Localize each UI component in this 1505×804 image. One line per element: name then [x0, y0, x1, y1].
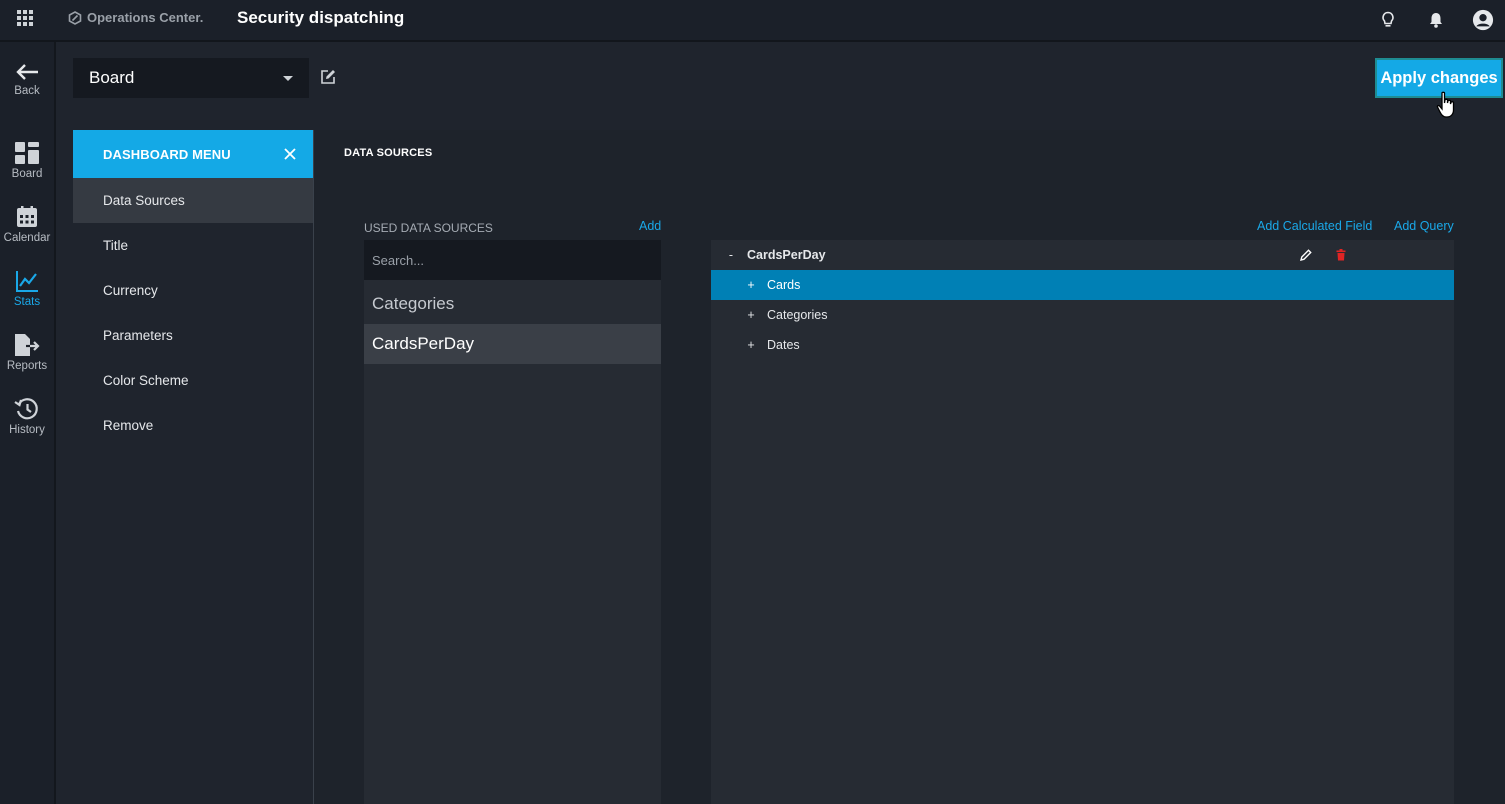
menu-item-title[interactable]: Title: [73, 223, 313, 268]
expand-toggle[interactable]: +: [745, 270, 757, 300]
hand-cursor-icon: [1436, 91, 1455, 118]
reports-icon: [15, 334, 40, 356]
nav-calendar[interactable]: Calendar: [0, 205, 54, 244]
dashboard-menu-header: DASHBOARD MENU: [73, 130, 313, 178]
data-source-item-cardsperday[interactable]: CardsPerDay: [364, 324, 661, 364]
brand-name: Operations Center.: [87, 10, 204, 25]
tree-row-dates[interactable]: + Dates: [711, 330, 1454, 360]
tree-root-label: CardsPerDay: [747, 248, 826, 262]
nav-reports[interactable]: Reports: [0, 333, 54, 372]
used-data-sources-label: USED DATA SOURCES: [364, 221, 493, 235]
brand[interactable]: Operations Center.: [68, 10, 203, 25]
board-icon: [15, 142, 39, 164]
menu-item-currency[interactable]: Currency: [73, 268, 313, 313]
dashboard-menu-title: DASHBOARD MENU: [103, 146, 231, 162]
app-title: Security dispatching: [237, 8, 405, 27]
nav-stats[interactable]: Stats: [0, 269, 54, 308]
collapse-toggle[interactable]: -: [725, 240, 737, 270]
tree-root-row[interactable]: - CardsPerDay: [711, 240, 1454, 270]
nav-label: History: [9, 424, 45, 436]
expand-toggle[interactable]: +: [745, 300, 757, 330]
expand-toggle[interactable]: +: [745, 330, 757, 360]
menu-item-parameters[interactable]: Parameters: [73, 313, 313, 358]
chevron-down-icon: [283, 75, 293, 81]
tree-row-label: Cards: [767, 278, 801, 292]
nav-label: Calendar: [3, 232, 51, 244]
pencil-icon[interactable]: [1299, 248, 1313, 262]
tree-row-cards[interactable]: + Cards: [711, 270, 1454, 300]
search-input[interactable]: [364, 240, 661, 280]
apps-grid-icon[interactable]: [17, 10, 33, 26]
tree-row-label: Categories: [767, 308, 828, 322]
edit-icon[interactable]: [319, 68, 337, 86]
add-data-source-link[interactable]: Add: [639, 219, 661, 233]
tree-row-categories[interactable]: + Categories: [711, 300, 1454, 330]
board-select[interactable]: Board: [73, 58, 309, 98]
stats-icon: [16, 271, 38, 292]
add-calculated-field-link[interactable]: Add Calculated Field: [1257, 219, 1372, 233]
nav-label: Back: [14, 85, 40, 97]
section-title: DATA SOURCES: [344, 147, 433, 159]
nav-board[interactable]: Board: [0, 141, 54, 180]
nav-label: Board: [11, 168, 43, 180]
menu-item-color-scheme[interactable]: Color Scheme: [73, 358, 313, 403]
lightbulb-icon[interactable]: [1377, 9, 1399, 31]
board-select-value: Board: [89, 68, 135, 87]
bell-icon[interactable]: [1425, 9, 1447, 31]
left-nav: Back Board Calendar Stats Reports Histor…: [0, 42, 56, 804]
user-avatar-icon[interactable]: [1472, 9, 1494, 31]
data-source-item-categories[interactable]: Categories: [364, 284, 661, 324]
arrow-left-icon: [16, 64, 38, 80]
close-icon[interactable]: [283, 147, 297, 161]
menu-item-remove[interactable]: Remove: [73, 403, 313, 448]
trash-icon[interactable]: [1334, 248, 1348, 262]
nav-history[interactable]: History: [0, 397, 54, 436]
add-query-link[interactable]: Add Query: [1394, 219, 1454, 233]
nav-back[interactable]: Back: [0, 62, 54, 97]
nav-label: Reports: [6, 360, 48, 372]
top-bar: Operations Center. Security dispatching: [0, 0, 1505, 42]
tree-row-label: Dates: [767, 338, 800, 352]
calendar-icon: [17, 206, 37, 227]
menu-item-data-sources[interactable]: Data Sources: [73, 178, 313, 223]
brand-logo-icon: [68, 10, 82, 25]
nav-label: Stats: [13, 296, 41, 308]
history-icon: [14, 398, 38, 420]
dashboard-menu: DASHBOARD MENU Data Sources Title Curren…: [73, 130, 314, 804]
